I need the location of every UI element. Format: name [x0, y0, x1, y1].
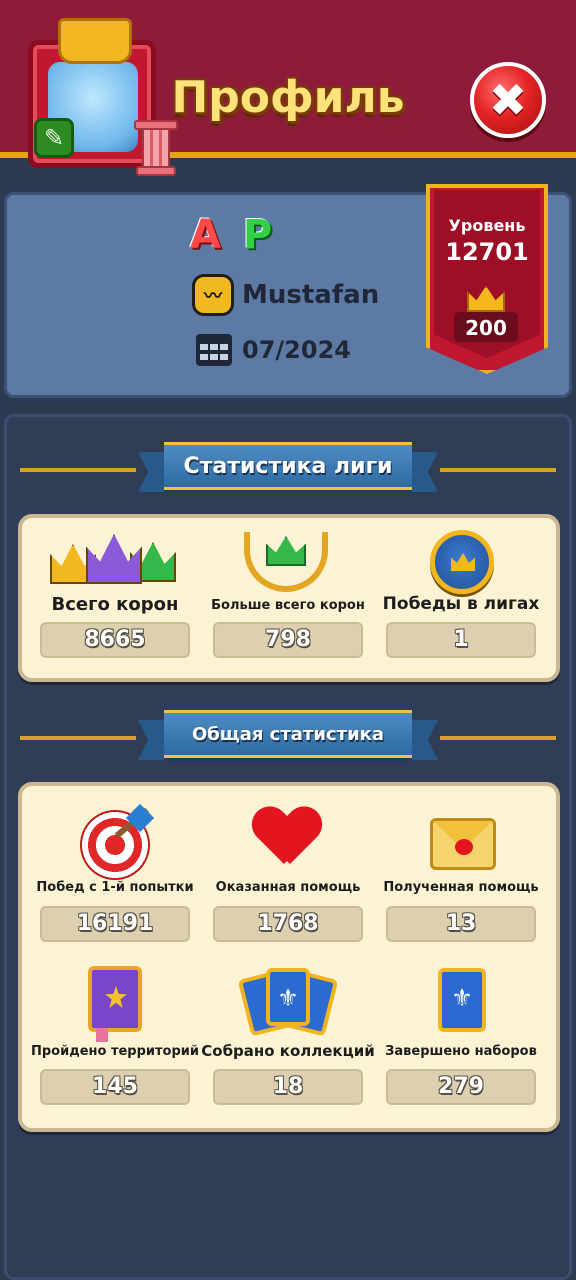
card-icon: ⚜: [438, 968, 486, 1032]
crowns-icon: [50, 534, 180, 590]
stat-label: Пройдено территорий: [30, 1044, 200, 1059]
league-stats-ribbon: Статистика лиги: [164, 442, 412, 490]
level-value: 12701: [445, 238, 529, 266]
divider-line: [20, 468, 136, 472]
stat-value: 8665: [40, 622, 190, 658]
stat-label: Побед с 1-й попытки: [36, 880, 194, 895]
general-stats-title: Общая статистика: [191, 723, 385, 745]
stat-value: 798: [213, 622, 363, 658]
stat-label: Полученная помощь: [383, 880, 539, 895]
player-initial-a: A: [190, 212, 225, 258]
stat-label: Завершено наборов: [385, 1044, 537, 1059]
level-banner: [426, 184, 548, 374]
stat-value: 145: [40, 1069, 190, 1105]
pillar-icon: [134, 120, 178, 176]
cards-icon: ⚜: [237, 968, 339, 1037]
calendar-icon: [196, 334, 232, 366]
level-label: Уровень: [448, 216, 526, 235]
stat-value: 1: [386, 622, 536, 658]
league-stats-title: Статистика лиги: [183, 453, 393, 479]
avatar-crown-icon: [58, 18, 132, 64]
team-mustache-icon: 〰: [192, 274, 234, 316]
stat-label: Собрано коллекций: [201, 1042, 375, 1060]
stat-label: Всего корон: [51, 594, 179, 615]
heart-icon: [254, 808, 320, 868]
stat-label: Оказанная помощь: [215, 880, 361, 895]
avatar[interactable]: ✎: [22, 18, 182, 180]
laurel-crown-icon: [244, 532, 328, 592]
divider-line: [440, 468, 556, 472]
player-name: A P: [190, 212, 276, 258]
general-stats-ribbon: Общая статистика: [164, 710, 412, 758]
join-date: 07/2024: [242, 336, 351, 364]
team-name[interactable]: Mustafan: [242, 280, 379, 310]
player-initial-p: P: [242, 212, 277, 258]
divider-line: [20, 736, 136, 740]
book-icon: [88, 966, 142, 1042]
close-icon: ✖: [488, 73, 528, 127]
divider-line: [440, 736, 556, 740]
stat-value: 18: [213, 1069, 363, 1105]
stat-label: Победы в лигах: [382, 594, 540, 614]
stat-value: 16191: [40, 906, 190, 942]
stat-value: 13: [386, 906, 536, 942]
crown-count: 200: [465, 316, 507, 340]
close-button[interactable]: ✖: [470, 62, 546, 138]
edit-avatar-icon[interactable]: ✎: [34, 118, 74, 158]
stat-value: 279: [386, 1069, 536, 1105]
envelope-icon: [430, 818, 496, 870]
stat-label: Больше всего корон: [211, 598, 365, 613]
medal-icon: [430, 530, 494, 594]
stat-value: 1768: [213, 906, 363, 942]
